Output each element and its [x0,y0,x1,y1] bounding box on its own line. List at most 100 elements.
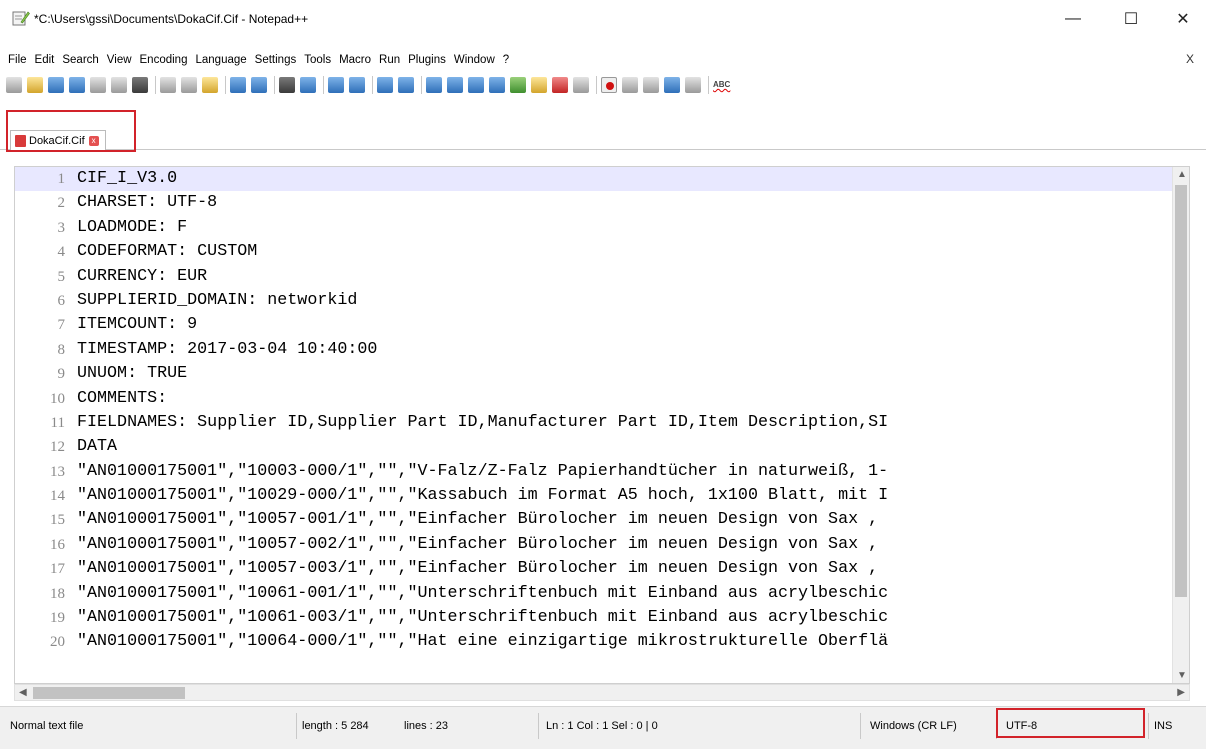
editor-line[interactable]: 7 ITEMCOUNT: 9 [15,313,1189,337]
editor-line[interactable]: 1 CIF_I_V3.0 [15,167,1189,192]
document-map-icon[interactable] [510,77,526,93]
line-number: 15 [50,512,65,529]
show-all-characters-icon[interactable] [447,77,463,93]
close-all-icon[interactable] [111,77,127,93]
toolbar-separator [372,76,373,94]
line-number: 10 [50,390,65,407]
undo-icon[interactable] [230,77,246,93]
scroll-up-arrow-icon[interactable]: ▲ [1177,169,1187,180]
editor-line[interactable]: 13 "AN01000175001","10003-000/1","","V-Fa… [15,460,1189,484]
zoom-out-icon[interactable] [349,77,365,93]
horizontal-scroll-thumb[interactable] [33,687,185,699]
record-macro-icon[interactable] [601,77,617,93]
copy-icon[interactable] [181,77,197,93]
sync-vertical-icon[interactable] [377,77,393,93]
menu-view[interactable]: View [107,54,138,66]
minimize-button[interactable]: — [1050,4,1096,34]
find-icon[interactable] [279,77,295,93]
menu-encoding[interactable]: Encoding [140,54,194,66]
editor-line[interactable]: 19 "AN01000175001","10061-003/1","","Unte… [15,606,1189,630]
menu-language[interactable]: Language [195,54,252,66]
zoom-in-icon[interactable] [328,77,344,93]
replace-icon[interactable] [300,77,316,93]
close-button[interactable]: ✕ [1160,4,1206,34]
line-text: "AN01000175001","10057-002/1","","Einfac… [77,534,879,554]
toolbar-separator [225,76,226,94]
vertical-scrollbar[interactable]: ▲ ▼ [1172,167,1189,683]
menu-bar: File Edit Search View Encoding Language … [0,50,1206,70]
save-macro-icon[interactable] [685,77,701,93]
open-file-icon[interactable] [27,77,43,93]
word-wrap-icon[interactable] [426,77,442,93]
line-text: CHARSET: UTF-8 [77,193,218,213]
menu-settings[interactable]: Settings [255,54,303,66]
menu-search[interactable]: Search [62,54,104,66]
menu-plugins[interactable]: Plugins [408,54,452,66]
editor-line[interactable]: 2 CHARSET: UTF-8 [15,191,1189,215]
spell-check-icon[interactable]: ABC [713,77,735,93]
line-text: FIELDNAMES: Supplier ID,Supplier Part ID… [77,412,889,432]
editor-line[interactable]: 15 "AN01000175001","10057-001/1","","Einf… [15,508,1189,532]
editor-line[interactable]: 8 TIMESTAMP: 2017-03-04 10:40:00 [15,338,1189,362]
scroll-down-arrow-icon[interactable]: ▼ [1177,670,1187,681]
editor-line[interactable]: 11 FIELDNAMES: Supplier ID,Supplier Part … [15,411,1189,435]
editor-line[interactable]: 3 LOADMODE: F [15,216,1189,240]
paste-icon[interactable] [202,77,218,93]
editor-line[interactable]: 20 "AN01000175001","10064-000/1","","Hat … [15,630,1189,654]
menu-help[interactable]: ? [503,54,515,66]
editor-line[interactable]: 17 "AN01000175001","10057-003/1","","Einf… [15,557,1189,581]
editor-line[interactable]: 9 UNUOM: TRUE [15,362,1189,386]
sync-horizontal-icon[interactable] [398,77,414,93]
run-macro-multiple-icon[interactable] [664,77,680,93]
scroll-left-arrow-icon[interactable]: ◀ [19,687,27,698]
save-icon[interactable] [48,77,64,93]
indent-guide-icon[interactable] [468,77,484,93]
editor-line[interactable]: 6 SUPPLIERID_DOMAIN: networkid [15,289,1189,313]
close-file-icon[interactable] [90,77,106,93]
menu-macro[interactable]: Macro [339,54,377,66]
editor-line[interactable]: 16 "AN01000175001","10057-002/1","","Einf… [15,533,1189,557]
line-text: CIF_I_V3.0 [77,169,178,188]
editor-line[interactable]: 4 CODEFORMAT: CUSTOM [15,240,1189,264]
menu-file[interactable]: File [8,54,33,66]
playback-macro-icon[interactable] [643,77,659,93]
editor-line[interactable]: 5 CURRENCY: EUR [15,265,1189,289]
status-insert-mode[interactable]: INS [1154,720,1172,732]
print-icon[interactable] [132,77,148,93]
cut-icon[interactable] [160,77,176,93]
function-list-icon[interactable] [531,77,547,93]
status-separator [1148,713,1149,739]
line-number: 12 [50,439,65,456]
minimize-icon: — [1065,10,1081,27]
menu-run[interactable]: Run [379,54,406,66]
scroll-right-arrow-icon[interactable]: ▶ [1177,687,1185,698]
editor-line[interactable]: 14 "AN01000175001","10029-000/1","","Kass… [15,484,1189,508]
editor[interactable]: 1 CIF_I_V3.0 2 CHARSET: UTF-8 3 LOADMODE: F… [14,166,1190,684]
line-number: 8 [57,341,66,358]
vertical-scroll-thumb[interactable] [1175,185,1187,597]
monitoring-icon[interactable] [573,77,589,93]
toolbar-separator [323,76,324,94]
folder-as-workspace-icon[interactable] [552,77,568,93]
menu-edit[interactable]: Edit [35,54,61,66]
horizontal-scrollbar[interactable]: ◀ ▶ [14,684,1190,701]
maximize-button[interactable]: ☐ [1108,4,1154,34]
status-eol[interactable]: Windows (CR LF) [870,720,957,732]
redo-icon[interactable] [251,77,267,93]
status-separator [296,713,297,739]
toolbar-separator [421,76,422,94]
new-file-icon[interactable] [6,77,22,93]
line-number: 1 [57,171,66,187]
menu-window[interactable]: Window [454,54,501,66]
menu-tools[interactable]: Tools [304,54,337,66]
editor-line[interactable]: 12 DATA [15,435,1189,459]
line-number: 14 [50,488,65,505]
line-number: 16 [50,536,65,553]
editor-line[interactable]: 18 "AN01000175001","10061-001/1","","Unte… [15,582,1189,606]
stop-recording-icon[interactable] [622,77,638,93]
save-all-icon[interactable] [69,77,85,93]
toolbar-separator [708,76,709,94]
user-defined-language-icon[interactable] [489,77,505,93]
editor-line[interactable]: 10 COMMENTS: [15,387,1189,411]
close-document-button[interactable]: X [1186,52,1194,66]
